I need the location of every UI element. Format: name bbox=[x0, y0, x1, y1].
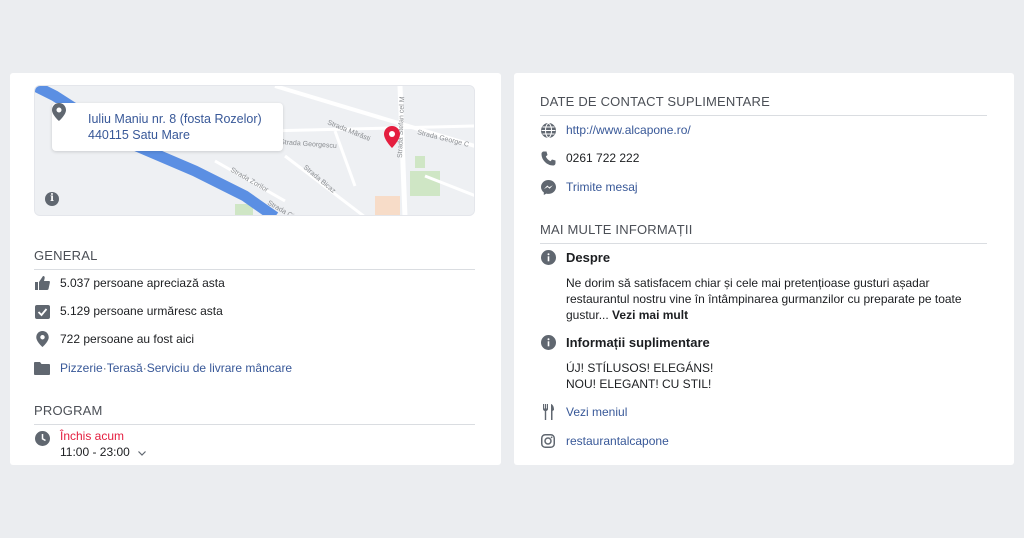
website-row[interactable]: http://www.alcapone.ro/ bbox=[540, 122, 691, 138]
messenger-icon bbox=[540, 179, 556, 195]
map-address-box[interactable]: Iuliu Maniu nr. 8 (fosta Rozelor) 440115… bbox=[52, 103, 283, 151]
globe-icon bbox=[540, 122, 556, 138]
page-info-right-card: DATE DE CONTACT SUPLIMENTARE http://www.… bbox=[514, 73, 1014, 465]
follows-count-text: 5.129 persoane urmăresc asta bbox=[60, 304, 223, 318]
more-info-section-title: MAI MULTE INFORMAȚII bbox=[540, 222, 987, 244]
about-heading-row: Despre bbox=[540, 249, 610, 265]
closed-status-text: Închis acum bbox=[60, 429, 125, 443]
hours-row[interactable]: Închis acum 11:00 - 23:00 bbox=[34, 429, 146, 459]
see-more-link[interactable]: Vezi mai mult bbox=[612, 308, 688, 322]
opening-hours-text: 11:00 - 23:00 bbox=[60, 445, 130, 459]
phone-number-text[interactable]: 0261 722 222 bbox=[566, 151, 639, 165]
likes-row: 5.037 persoane apreciază asta bbox=[34, 275, 225, 291]
extra-info-heading-row: Informații suplimentare bbox=[540, 334, 710, 350]
checkin-pin-icon bbox=[34, 331, 50, 347]
map-info-icon[interactable]: i bbox=[45, 192, 59, 206]
contact-section-title: DATE DE CONTACT SUPLIMENTARE bbox=[540, 94, 987, 116]
fork-knife-icon bbox=[540, 404, 556, 420]
instagram-link[interactable]: restaurantalcapone bbox=[566, 434, 669, 448]
likes-count-text: 5.037 persoane apreciază asta bbox=[60, 276, 225, 290]
general-section-title: GENERAL bbox=[34, 248, 475, 270]
follows-row: 5.129 persoane urmăresc asta bbox=[34, 303, 223, 319]
website-link[interactable]: http://www.alcapone.ro/ bbox=[566, 123, 691, 137]
about-description: Ne dorim să satisfacem chiar și cele mai… bbox=[566, 275, 986, 323]
categories-row: Pizzerie · Terasă · Serviciu de livrare … bbox=[34, 360, 292, 376]
phone-row[interactable]: 0261 722 222 bbox=[540, 150, 639, 166]
extra-info-line-1: ÚJ! STÍLUSOS! ELEGÁNS! bbox=[566, 361, 714, 375]
extra-info-text: ÚJ! STÍLUSOS! ELEGÁNS! NOU! ELEGANT! CU … bbox=[566, 360, 986, 392]
chevron-down-icon[interactable] bbox=[137, 445, 146, 459]
instagram-row[interactable]: restaurantalcapone bbox=[540, 433, 669, 449]
location-map[interactable]: Strada Mărăsti Strada George C Strada Ge… bbox=[34, 85, 475, 216]
category-link-pizzerie[interactable]: Pizzerie bbox=[60, 361, 103, 375]
view-menu-link[interactable]: Vezi meniul bbox=[566, 405, 627, 419]
category-link-livrare[interactable]: Serviciu de livrare mâncare bbox=[147, 361, 292, 375]
category-folder-icon bbox=[34, 360, 50, 376]
phone-icon bbox=[540, 150, 556, 166]
program-section-title: PROGRAM bbox=[34, 403, 475, 425]
clock-icon bbox=[34, 430, 50, 446]
info-circle-icon bbox=[540, 249, 556, 265]
extra-info-line-2: NOU! ELEGANT! CU STIL! bbox=[566, 377, 712, 391]
about-title: Despre bbox=[566, 249, 611, 265]
extra-info-title: Informații suplimentare bbox=[566, 334, 710, 350]
checkins-row: 722 persoane au fost aici bbox=[34, 331, 194, 347]
send-message-link[interactable]: Trimite mesaj bbox=[566, 180, 638, 194]
menu-row[interactable]: Vezi meniul bbox=[540, 404, 627, 420]
map-address-text[interactable]: Iuliu Maniu nr. 8 (fosta Rozelor) 440115… bbox=[88, 111, 273, 143]
page-info-left-card: Strada Mărăsti Strada George C Strada Ge… bbox=[10, 73, 501, 465]
message-row[interactable]: Trimite mesaj bbox=[540, 179, 638, 195]
category-link-terasa[interactable]: Terasă bbox=[107, 361, 143, 375]
thumbs-up-icon bbox=[34, 275, 50, 291]
instagram-icon bbox=[540, 433, 556, 449]
follow-check-icon bbox=[34, 303, 50, 319]
info-circle-icon bbox=[540, 334, 556, 350]
checkins-count-text: 722 persoane au fost aici bbox=[60, 332, 195, 346]
